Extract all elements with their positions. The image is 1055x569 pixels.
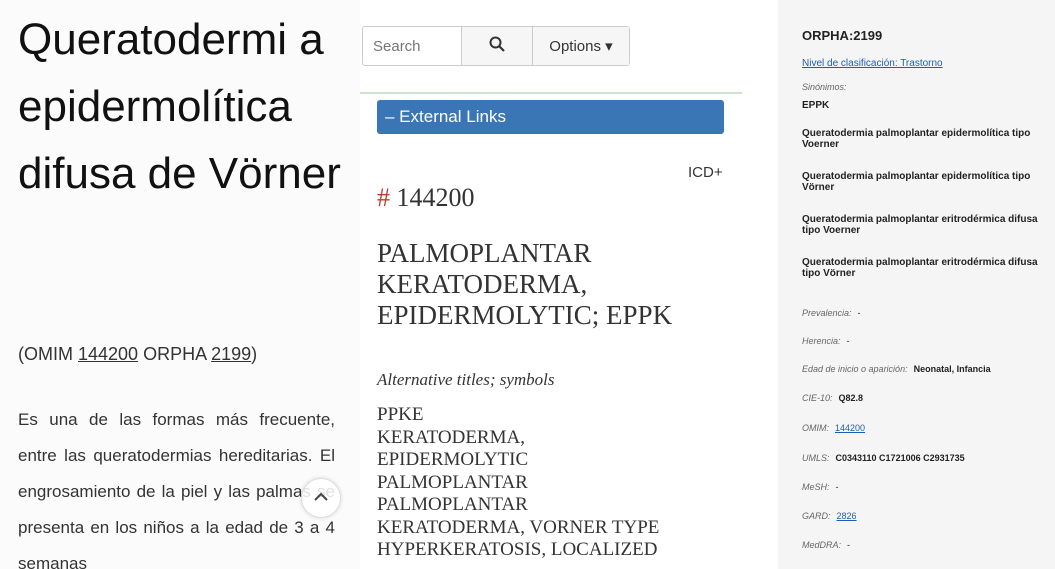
field-cie10: CIE-10: Q82.8 [802, 393, 863, 403]
article-title: Queratodermi a epidermolítica difusa de … [18, 15, 341, 198]
field-herencia: Herencia: - [802, 336, 850, 346]
field-mesh: MeSH: - [802, 482, 839, 492]
divider [360, 92, 742, 94]
field-value: - [846, 336, 850, 346]
gard-value-link[interactable]: 2826 [837, 511, 857, 521]
synonym-item: Queratodermia palmoplantar eritrodérmica… [802, 214, 1038, 236]
article-paragraph: Es una de las formas más frecuente, entr… [18, 410, 335, 569]
alt-title-item: HYPERKERATOSIS, LOCALIZED [377, 539, 658, 560]
alt-title-item: PPKE [377, 404, 424, 425]
field-umls: UMLS: C0343110 C1721006 C2931735 [802, 453, 965, 463]
synonym-item: Queratodermia palmoplantar epidermolític… [802, 171, 1031, 193]
field-value: - [847, 540, 851, 550]
field-meddra: MedDRA: - [802, 540, 850, 550]
scroll-to-top-button[interactable] [301, 478, 341, 518]
article-panel: Queratodermi a epidermolítica difusa de … [0, 0, 360, 569]
field-label: OMIM: [802, 423, 829, 433]
alt-title-item: PALMOPLANTAR [377, 494, 528, 515]
external-links-toggle[interactable]: – External Links [377, 100, 724, 134]
field-label: CIE-10: [802, 393, 833, 403]
search-icon [489, 36, 505, 57]
field-prevalencia: Prevalencia: - [802, 308, 861, 318]
field-value: - [857, 308, 861, 318]
ref-suffix: ) [251, 344, 258, 364]
orpha-id: ORPHA:2199 [802, 28, 883, 43]
alt-titles-list: PPKE KERATODERMA, EPIDERMOLYTIC PALMOPLA… [377, 404, 737, 562]
search-input[interactable] [363, 27, 462, 65]
reference-line: (OMIM 144200 ORPHA 2199) [18, 344, 257, 365]
search-button[interactable] [462, 27, 533, 65]
entry-title: PALMOPLANTAR KERATODERMA, EPIDERMOLYTIC;… [377, 238, 673, 330]
field-label: Edad de inicio o aparición: [802, 364, 908, 374]
field-label: MedDRA: [802, 540, 842, 550]
field-edad: Edad de inicio o aparición: Neonatal, Inf… [802, 364, 991, 374]
alt-title-item: PALMOPLANTAR [377, 471, 528, 493]
entry-number-value: 144200 [396, 183, 475, 212]
field-label: Prevalencia: [802, 308, 852, 318]
synonym-item: Queratodermia palmoplantar epidermolític… [802, 128, 1031, 150]
field-value: Q82.8 [838, 393, 864, 403]
alt-title-item: EPIDERMOLYTIC [377, 449, 529, 470]
omim-value-link[interactable]: 144200 [835, 423, 865, 433]
search-bar: Options ▾ [362, 26, 630, 66]
omim-panel: Options ▾ – External Links ICD+ # 144200… [360, 0, 742, 569]
panel-gap [742, 0, 778, 569]
options-dropdown[interactable]: Options ▾ [533, 27, 629, 65]
field-value: C0343110 C1721006 C2931735 [835, 453, 965, 463]
omim-prefix: (OMIM [18, 344, 78, 364]
field-omim: OMIM: 144200 [802, 423, 865, 433]
field-label: GARD: [802, 511, 831, 521]
orpha-link[interactable]: 2199 [211, 344, 251, 364]
alt-title-item: KERATODERMA, VORNER TYPE [377, 516, 660, 538]
entry-hash: # [377, 183, 390, 212]
synonyms-heading: Sinónimos: [802, 82, 847, 92]
icd-link[interactable]: ICD+ [688, 164, 723, 181]
field-gard: GARD: 2826 [802, 511, 857, 521]
chevron-up-icon [314, 489, 328, 507]
entry-number: # 144200 [377, 183, 475, 213]
field-value: - [835, 482, 839, 492]
orphanet-card: ORPHA:2199 Nivel de clasificación: Trast… [778, 0, 1055, 569]
alt-title-item: KERATODERMA, [377, 426, 525, 448]
synonym-item: Queratodermia palmoplantar eritrodérmica… [802, 257, 1038, 279]
field-label: UMLS: [802, 453, 830, 463]
omim-link[interactable]: 144200 [78, 344, 138, 364]
classification-level-link[interactable]: Nivel de clasificación: Trastorno [802, 58, 943, 69]
field-value: Neonatal, Infancia [913, 364, 991, 374]
orpha-prefix: ORPHA [138, 344, 212, 364]
field-label: Herencia: [802, 336, 841, 346]
synonym-item: EPPK [802, 100, 830, 111]
alt-titles-heading: Alternative titles; symbols [377, 370, 555, 389]
field-label: MeSH: [802, 482, 830, 492]
